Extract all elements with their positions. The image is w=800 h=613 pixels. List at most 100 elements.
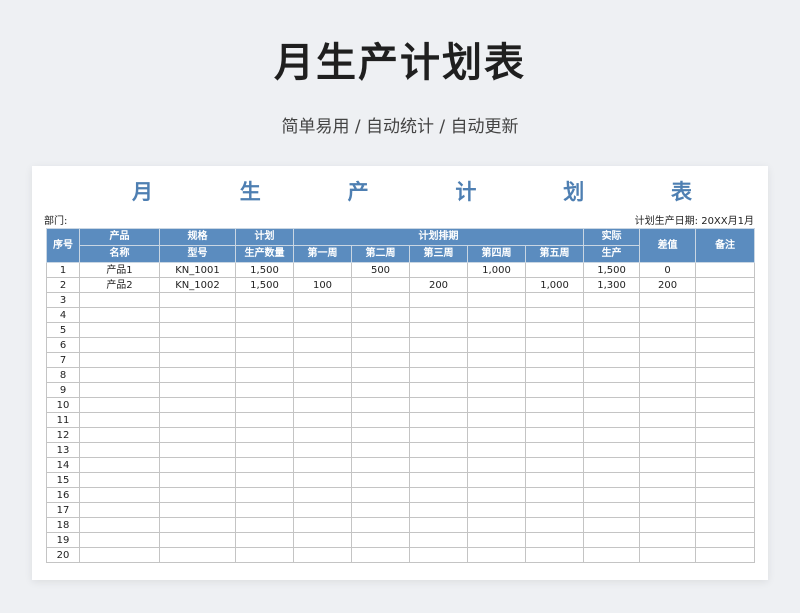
cell-diff[interactable] xyxy=(639,367,697,383)
cell-week-3[interactable] xyxy=(409,292,468,308)
cell-remark[interactable] xyxy=(695,457,756,473)
cell-product-name[interactable] xyxy=(79,307,160,323)
cell-week-1[interactable] xyxy=(293,487,352,503)
cell-plan-qty[interactable] xyxy=(235,487,294,503)
cell-product-name[interactable] xyxy=(79,472,160,488)
cell-product-name[interactable] xyxy=(79,487,160,503)
cell-remark[interactable] xyxy=(695,322,756,338)
cell-week-2[interactable] xyxy=(351,517,410,533)
cell-product-name[interactable] xyxy=(79,412,160,428)
cell-diff[interactable] xyxy=(639,517,697,533)
cell-seq[interactable]: 3 xyxy=(46,292,80,308)
cell-product-name[interactable] xyxy=(79,442,160,458)
cell-actual[interactable] xyxy=(583,337,641,353)
cell-week-1[interactable] xyxy=(293,397,352,413)
cell-week-3[interactable] xyxy=(409,307,468,323)
cell-product-name[interactable]: 产品2 xyxy=(79,277,160,293)
cell-spec[interactable] xyxy=(159,397,236,413)
cell-week-4[interactable] xyxy=(467,322,526,338)
cell-seq[interactable]: 10 xyxy=(46,397,80,413)
cell-seq[interactable]: 5 xyxy=(46,322,80,338)
cell-plan-qty[interactable] xyxy=(235,307,294,323)
cell-week-1[interactable] xyxy=(293,352,352,368)
cell-week-2[interactable] xyxy=(351,367,410,383)
cell-spec[interactable] xyxy=(159,517,236,533)
cell-week-1[interactable] xyxy=(293,262,352,278)
cell-product-name[interactable] xyxy=(79,337,160,353)
cell-actual[interactable]: 1,300 xyxy=(583,277,641,293)
cell-diff[interactable] xyxy=(639,472,697,488)
cell-week-5[interactable] xyxy=(524,457,585,473)
cell-remark[interactable] xyxy=(695,397,756,413)
cell-actual[interactable] xyxy=(583,292,641,308)
cell-product-name[interactable] xyxy=(79,517,160,533)
cell-week-1[interactable] xyxy=(293,382,352,398)
cell-week-2[interactable] xyxy=(351,547,410,563)
cell-week-5[interactable] xyxy=(524,337,585,353)
cell-spec[interactable] xyxy=(159,532,236,548)
cell-week-3[interactable] xyxy=(409,412,468,428)
cell-remark[interactable] xyxy=(695,367,756,383)
cell-week-4[interactable] xyxy=(467,547,526,563)
cell-spec[interactable] xyxy=(159,292,236,308)
cell-week-1[interactable] xyxy=(293,532,352,548)
cell-week-2[interactable] xyxy=(351,337,410,353)
cell-diff[interactable] xyxy=(639,502,697,518)
cell-week-3[interactable] xyxy=(409,262,468,278)
cell-seq[interactable]: 2 xyxy=(46,277,80,293)
cell-actual[interactable] xyxy=(583,502,641,518)
cell-remark[interactable] xyxy=(695,352,756,368)
cell-week-5[interactable] xyxy=(524,352,585,368)
cell-week-5[interactable] xyxy=(524,412,585,428)
cell-week-3[interactable] xyxy=(409,472,468,488)
cell-week-3[interactable] xyxy=(409,457,468,473)
cell-week-4[interactable] xyxy=(467,472,526,488)
cell-plan-qty[interactable] xyxy=(235,427,294,443)
cell-spec[interactable] xyxy=(159,502,236,518)
cell-week-3[interactable]: 200 xyxy=(409,277,468,293)
cell-seq[interactable]: 8 xyxy=(46,367,80,383)
cell-spec[interactable] xyxy=(159,352,236,368)
cell-week-5[interactable] xyxy=(524,427,585,443)
cell-seq[interactable]: 15 xyxy=(46,472,80,488)
cell-diff[interactable] xyxy=(639,307,697,323)
cell-seq[interactable]: 11 xyxy=(46,412,80,428)
cell-week-1[interactable] xyxy=(293,337,352,353)
cell-remark[interactable] xyxy=(695,337,756,353)
cell-week-3[interactable] xyxy=(409,427,468,443)
cell-product-name[interactable] xyxy=(79,352,160,368)
cell-actual[interactable] xyxy=(583,472,641,488)
cell-spec[interactable]: KN_1001 xyxy=(159,262,236,278)
cell-spec[interactable] xyxy=(159,382,236,398)
cell-diff[interactable] xyxy=(639,337,697,353)
cell-seq[interactable]: 19 xyxy=(46,532,80,548)
cell-spec[interactable] xyxy=(159,322,236,338)
cell-remark[interactable] xyxy=(695,532,756,548)
cell-week-2[interactable] xyxy=(351,307,410,323)
cell-plan-qty[interactable] xyxy=(235,517,294,533)
cell-spec[interactable] xyxy=(159,367,236,383)
cell-plan-qty[interactable]: 1,500 xyxy=(235,262,294,278)
cell-week-2[interactable] xyxy=(351,502,410,518)
cell-week-1[interactable] xyxy=(293,517,352,533)
cell-remark[interactable] xyxy=(695,487,756,503)
cell-diff[interactable] xyxy=(639,487,697,503)
cell-week-4[interactable] xyxy=(467,307,526,323)
cell-week-4[interactable] xyxy=(467,487,526,503)
cell-plan-qty[interactable] xyxy=(235,367,294,383)
cell-diff[interactable] xyxy=(639,412,697,428)
cell-week-5[interactable] xyxy=(524,487,585,503)
cell-week-2[interactable] xyxy=(351,277,410,293)
cell-week-3[interactable] xyxy=(409,442,468,458)
cell-spec[interactable] xyxy=(159,457,236,473)
cell-spec[interactable] xyxy=(159,547,236,563)
cell-week-1[interactable] xyxy=(293,412,352,428)
cell-plan-qty[interactable] xyxy=(235,397,294,413)
cell-product-name[interactable]: 产品1 xyxy=(79,262,160,278)
cell-week-4[interactable] xyxy=(467,397,526,413)
cell-week-4[interactable] xyxy=(467,337,526,353)
cell-product-name[interactable] xyxy=(79,367,160,383)
cell-diff[interactable] xyxy=(639,382,697,398)
cell-remark[interactable] xyxy=(695,277,756,293)
cell-week-5[interactable] xyxy=(524,502,585,518)
